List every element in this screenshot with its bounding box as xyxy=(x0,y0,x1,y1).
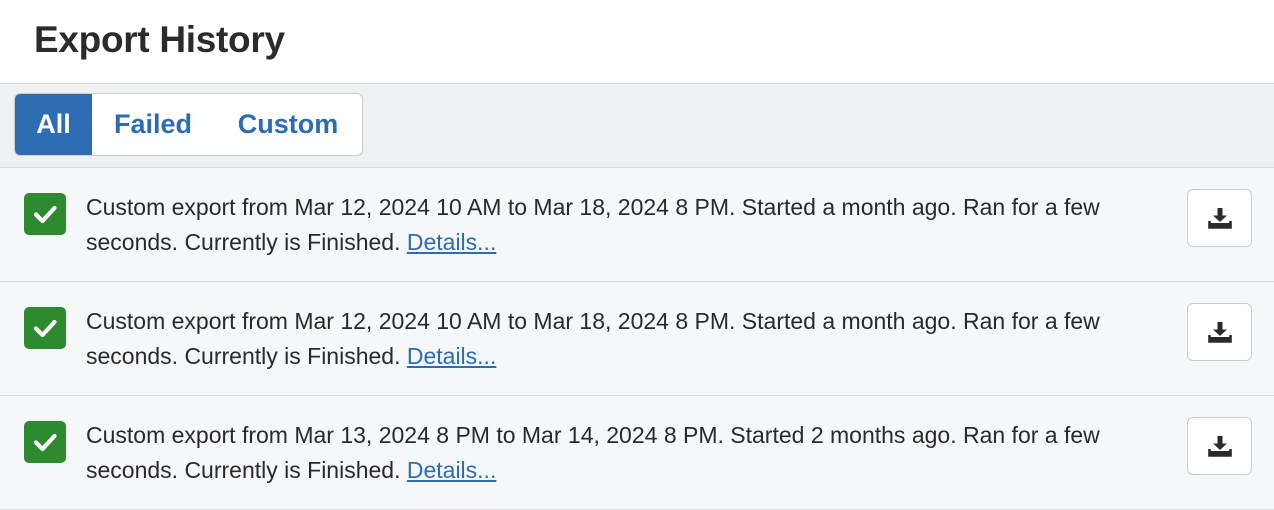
export-description-text: Custom export from Mar 13, 2024 8 PM to … xyxy=(86,422,1100,483)
export-list: Custom export from Mar 12, 2024 10 AM to… xyxy=(0,168,1274,510)
export-description: Custom export from Mar 13, 2024 8 PM to … xyxy=(86,418,1166,488)
export-row: Custom export from Mar 12, 2024 10 AM to… xyxy=(0,168,1274,282)
filter-toolbar: All Failed Custom xyxy=(0,84,1274,168)
checkmark-icon xyxy=(24,421,66,463)
export-description-text: Custom export from Mar 12, 2024 10 AM to… xyxy=(86,194,1100,255)
checkmark-icon xyxy=(24,307,66,349)
download-icon xyxy=(1207,322,1232,343)
export-description: Custom export from Mar 12, 2024 10 AM to… xyxy=(86,190,1166,260)
page-header: Export History xyxy=(0,0,1274,84)
download-button[interactable] xyxy=(1187,303,1252,361)
tab-custom[interactable]: Custom xyxy=(214,94,362,155)
download-icon xyxy=(1207,436,1232,457)
details-link[interactable]: Details... xyxy=(407,457,496,483)
download-icon xyxy=(1207,208,1232,229)
download-button[interactable] xyxy=(1187,189,1252,247)
details-link[interactable]: Details... xyxy=(407,229,496,255)
export-description-text: Custom export from Mar 12, 2024 10 AM to… xyxy=(86,308,1100,369)
download-button[interactable] xyxy=(1187,417,1252,475)
export-description: Custom export from Mar 12, 2024 10 AM to… xyxy=(86,304,1166,374)
export-row: Custom export from Mar 13, 2024 8 PM to … xyxy=(0,396,1274,510)
filter-segmented-control: All Failed Custom xyxy=(14,93,363,156)
page-title: Export History xyxy=(34,19,285,60)
tab-failed[interactable]: Failed xyxy=(92,94,214,155)
details-link[interactable]: Details... xyxy=(407,343,496,369)
tab-all[interactable]: All xyxy=(15,94,92,155)
export-row: Custom export from Mar 12, 2024 10 AM to… xyxy=(0,282,1274,396)
checkmark-icon xyxy=(24,193,66,235)
